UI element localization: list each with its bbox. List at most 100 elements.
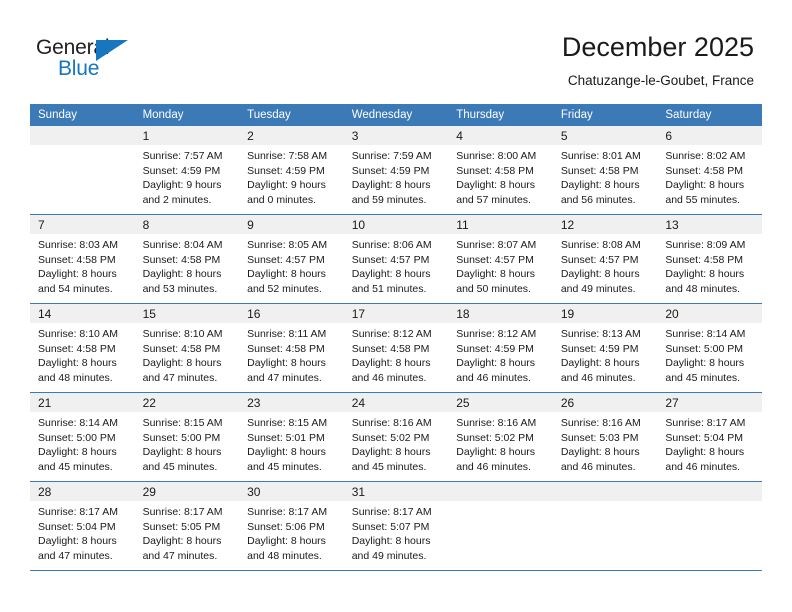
- brand-logo[interactable]: General Blue: [36, 36, 166, 86]
- calendar-cell: 26 Sunrise: 8:16 AM Sunset: 5:03 PM Dayligh…: [552, 392, 658, 482]
- sunset-text: Sunset: 4:57 PM: [456, 253, 534, 266]
- calendar-day[interactable]: 31 Sunrise: 8:17 AM Sunset: 5:07 PM Dayligh…: [343, 482, 449, 570]
- daylight-text-line1: Daylight: 8 hours: [665, 268, 745, 281]
- sunset-text: Sunset: 4:58 PM: [665, 164, 744, 177]
- daylight-text-line2: and 47 minutes.: [142, 371, 218, 384]
- daylight-text-line1: Daylight: 8 hours: [665, 357, 745, 370]
- calendar-day[interactable]: 19 Sunrise: 8:13 AM Sunset: 4:59 PM Dayligh…: [552, 304, 658, 392]
- calendar-day[interactable]: 15 Sunrise: 8:10 AM Sunset: 4:58 PM Dayligh…: [134, 304, 240, 392]
- calendar-day[interactable]: 7 Sunrise: 8:03 AM Sunset: 4:58 PM Daylight…: [30, 215, 135, 303]
- sunrise-text: Sunrise: 7:59 AM: [351, 150, 432, 162]
- daylight-text-line1: Daylight: 8 hours: [560, 179, 640, 192]
- calendar-cell: 5 Sunrise: 8:01 AM Sunset: 4:58 PM Daylight…: [552, 126, 658, 215]
- sunset-text: Sunset: 4:58 PM: [247, 342, 325, 355]
- page-subtitle: Chatuzange-le-Goubet, France: [567, 73, 754, 88]
- sunrise-text: Sunrise: 8:04 AM: [142, 239, 223, 251]
- calendar-cell: 14 Sunrise: 8:10 AM Sunset: 4:58 PM Dayligh…: [30, 303, 135, 393]
- daylight-text-line1: Daylight: 8 hours: [247, 535, 326, 548]
- calendar-cell: [448, 481, 553, 571]
- day-number: 19: [552, 304, 658, 323]
- day-details: Sunrise: 8:10 AM Sunset: 4:58 PM Daylight:…: [30, 323, 135, 385]
- calendar-day[interactable]: 24 Sunrise: 8:16 AM Sunset: 5:02 PM Dayligh…: [343, 393, 449, 481]
- day-details: Sunrise: 8:16 AM Sunset: 5:02 PM Daylight:…: [448, 412, 553, 474]
- calendar-day[interactable]: 30 Sunrise: 8:17 AM Sunset: 5:06 PM Dayligh…: [239, 482, 344, 570]
- day-details: Sunrise: 8:10 AM Sunset: 4:58 PM Daylight:…: [135, 323, 240, 385]
- calendar-day[interactable]: 11 Sunrise: 8:07 AM Sunset: 4:57 PM Dayligh…: [448, 215, 553, 303]
- calendar-day[interactable]: 20 Sunrise: 8:14 AM Sunset: 5:00 PM Dayligh…: [657, 304, 762, 392]
- calendar-day[interactable]: 4 Sunrise: 8:00 AM Sunset: 4:58 PM Daylight…: [448, 126, 553, 214]
- daylight-text-line1: Daylight: 8 hours: [38, 446, 117, 459]
- daylight-text-line2: and 46 minutes.: [560, 371, 636, 384]
- daylight-text-line1: Daylight: 8 hours: [665, 179, 745, 192]
- day-number: 4: [448, 126, 553, 145]
- calendar-body: 1 Sunrise: 7:57 AM Sunset: 4:59 PM Daylight…: [30, 126, 762, 571]
- calendar-day[interactable]: 12 Sunrise: 8:08 AM Sunset: 4:57 PM Dayligh…: [552, 215, 658, 303]
- calendar-cell: 10 Sunrise: 8:06 AM Sunset: 4:57 PM Dayligh…: [343, 214, 449, 304]
- daylight-text-line2: and 45 minutes.: [351, 460, 427, 473]
- calendar-day[interactable]: 22 Sunrise: 8:15 AM Sunset: 5:00 PM Dayligh…: [134, 393, 240, 481]
- calendar-day[interactable]: 23 Sunrise: 8:15 AM Sunset: 5:01 PM Dayligh…: [239, 393, 344, 481]
- calendar-cell: 19 Sunrise: 8:13 AM Sunset: 4:59 PM Dayligh…: [552, 303, 658, 393]
- calendar-day[interactable]: 5 Sunrise: 8:01 AM Sunset: 4:58 PM Daylight…: [552, 126, 658, 214]
- day-number: [30, 126, 135, 145]
- calendar-day[interactable]: 21 Sunrise: 8:14 AM Sunset: 5:00 PM Dayligh…: [30, 393, 135, 481]
- sunrise-text: Sunrise: 8:17 AM: [351, 506, 432, 518]
- calendar-header-row: Sunday Monday Tuesday Wednesday Thursday…: [30, 104, 762, 126]
- day-number: 15: [134, 304, 240, 323]
- day-details: Sunrise: 8:04 AM Sunset: 4:58 PM Daylight:…: [135, 234, 240, 296]
- calendar-day[interactable]: 1 Sunrise: 7:57 AM Sunset: 4:59 PM Daylight…: [134, 126, 240, 214]
- calendar-day[interactable]: 27 Sunrise: 8:17 AM Sunset: 5:04 PM Dayligh…: [657, 393, 762, 481]
- weekday-header-wednesday: Wednesday: [343, 104, 449, 126]
- brand-name-bottom: Blue: [58, 57, 100, 80]
- sunset-text: Sunset: 4:58 PM: [560, 164, 639, 177]
- day-details: Sunrise: 7:58 AM Sunset: 4:59 PM Daylight:…: [239, 145, 344, 207]
- day-number: 17: [343, 304, 449, 323]
- daylight-text-line1: Daylight: 8 hours: [351, 268, 431, 281]
- calendar-day[interactable]: 14 Sunrise: 8:10 AM Sunset: 4:58 PM Dayligh…: [30, 304, 135, 392]
- calendar-day[interactable]: 18 Sunrise: 8:12 AM Sunset: 4:59 PM Dayligh…: [448, 304, 553, 392]
- sunset-text: Sunset: 5:02 PM: [456, 431, 534, 444]
- sunrise-text: Sunrise: 8:17 AM: [247, 506, 328, 518]
- calendar-day[interactable]: 8 Sunrise: 8:04 AM Sunset: 4:58 PM Daylight…: [134, 215, 240, 303]
- day-number: 22: [134, 393, 240, 412]
- calendar-day[interactable]: 29 Sunrise: 8:17 AM Sunset: 5:05 PM Dayligh…: [134, 482, 240, 570]
- day-details: Sunrise: 8:17 AM Sunset: 5:04 PM Daylight:…: [657, 412, 762, 474]
- calendar-day[interactable]: 28 Sunrise: 8:17 AM Sunset: 5:04 PM Dayligh…: [30, 482, 135, 570]
- weekday-header-friday: Friday: [552, 104, 658, 126]
- day-details: Sunrise: 8:08 AM Sunset: 4:57 PM Daylight:…: [553, 234, 658, 296]
- day-number: [657, 482, 762, 501]
- calendar-day[interactable]: 13 Sunrise: 8:09 AM Sunset: 4:58 PM Dayligh…: [657, 215, 762, 303]
- sunrise-text: Sunrise: 8:11 AM: [247, 328, 327, 340]
- day-details: Sunrise: 8:03 AM Sunset: 4:58 PM Daylight:…: [30, 234, 135, 296]
- calendar-day[interactable]: 6 Sunrise: 8:02 AM Sunset: 4:58 PM Daylight…: [657, 126, 762, 214]
- daylight-text-line2: and 57 minutes.: [456, 193, 531, 206]
- daylight-text-line2: and 54 minutes.: [38, 282, 113, 295]
- calendar-week-row: 1 Sunrise: 7:57 AM Sunset: 4:59 PM Daylight…: [30, 126, 762, 215]
- day-number: 14: [30, 304, 135, 323]
- daylight-text-line2: and 45 minutes.: [247, 460, 322, 473]
- day-number: 16: [239, 304, 344, 323]
- calendar-week-row: 21 Sunrise: 8:14 AM Sunset: 5:00 PM Dayligh…: [30, 392, 762, 482]
- calendar-day[interactable]: 2 Sunrise: 7:58 AM Sunset: 4:59 PM Daylight…: [239, 126, 344, 214]
- calendar-cell: 15 Sunrise: 8:10 AM Sunset: 4:58 PM Dayligh…: [134, 303, 240, 393]
- day-details: Sunrise: 8:01 AM Sunset: 4:58 PM Daylight:…: [553, 145, 658, 207]
- calendar-cell: 2 Sunrise: 7:58 AM Sunset: 4:59 PM Daylight…: [239, 126, 344, 215]
- daylight-text-line1: Daylight: 8 hours: [456, 446, 536, 459]
- calendar-day[interactable]: 17 Sunrise: 8:12 AM Sunset: 4:58 PM Dayligh…: [343, 304, 449, 392]
- calendar-day[interactable]: 16 Sunrise: 8:11 AM Sunset: 4:58 PM Dayligh…: [239, 304, 344, 392]
- calendar-day[interactable]: 3 Sunrise: 7:59 AM Sunset: 4:59 PM Daylight…: [343, 126, 449, 214]
- calendar-day-empty: [552, 482, 658, 570]
- sunrise-text: Sunrise: 8:06 AM: [351, 239, 432, 251]
- calendar-day-empty: [448, 482, 553, 570]
- sunset-text: Sunset: 5:06 PM: [247, 520, 325, 533]
- calendar-day[interactable]: 25 Sunrise: 8:16 AM Sunset: 5:02 PM Dayligh…: [448, 393, 553, 481]
- day-number: 8: [134, 215, 240, 234]
- calendar-day[interactable]: 9 Sunrise: 8:05 AM Sunset: 4:57 PM Daylight…: [239, 215, 344, 303]
- daylight-text-line2: and 45 minutes.: [38, 460, 113, 473]
- calendar-day[interactable]: 26 Sunrise: 8:16 AM Sunset: 5:03 PM Dayligh…: [552, 393, 658, 481]
- calendar-day[interactable]: 10 Sunrise: 8:06 AM Sunset: 4:57 PM Dayligh…: [343, 215, 449, 303]
- weekday-header-thursday: Thursday: [448, 104, 553, 126]
- day-details: Sunrise: 8:06 AM Sunset: 4:57 PM Daylight:…: [344, 234, 449, 296]
- sunrise-text: Sunrise: 8:15 AM: [247, 417, 328, 429]
- day-details: Sunrise: 7:57 AM Sunset: 4:59 PM Daylight:…: [135, 145, 240, 207]
